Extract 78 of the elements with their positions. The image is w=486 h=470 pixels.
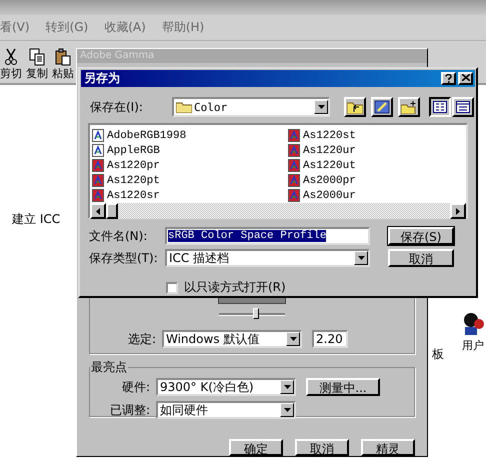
details-view-button[interactable] bbox=[452, 97, 474, 117]
field-label: 保存类型(T): bbox=[89, 250, 159, 266]
file-name[interactable]: As1220ut bbox=[303, 160, 356, 172]
clipboard-icon bbox=[54, 48, 72, 66]
file-name[interactable]: As2000ur bbox=[303, 190, 356, 202]
field-label: 硬件: bbox=[120, 378, 150, 396]
folder-dropdown[interactable]: Color bbox=[172, 97, 330, 117]
toolbar-button[interactable]: 粘贴 bbox=[52, 48, 74, 83]
menu-item[interactable]: 收藏(A) bbox=[104, 19, 146, 36]
help-icon bbox=[445, 74, 452, 83]
checkbox-label[interactable]: 以只读方式打开(R) bbox=[184, 279, 286, 296]
pane-text: 建立 ICC bbox=[12, 212, 60, 226]
copy-icon bbox=[28, 48, 46, 66]
file-name[interactable]: AdobeRGB1998 bbox=[107, 130, 186, 142]
menu-item[interactable]: 看(V) bbox=[0, 19, 30, 36]
list-view-button[interactable] bbox=[429, 97, 451, 117]
read-only-checkbox[interactable] bbox=[166, 282, 178, 294]
help-button[interactable] bbox=[441, 72, 456, 85]
profile-icon bbox=[92, 144, 104, 157]
close-icon bbox=[462, 74, 470, 81]
menu-item[interactable]: 帮助(H) bbox=[162, 19, 204, 36]
file-name[interactable]: As1220sr bbox=[107, 190, 160, 202]
slider-track[interactable] bbox=[219, 313, 285, 316]
icon-label[interactable]: 板 bbox=[432, 346, 444, 363]
file-name[interactable]: As1220ur bbox=[303, 144, 356, 156]
profile-icon bbox=[288, 129, 300, 142]
new-folder-icon bbox=[401, 100, 417, 114]
group-title: 最亮点 bbox=[90, 359, 128, 376]
close-button[interactable] bbox=[458, 72, 473, 85]
profile-icon bbox=[92, 174, 104, 187]
right-arrow-icon bbox=[456, 208, 460, 214]
field-label: 已调整: bbox=[108, 402, 150, 418]
file-name[interactable]: As1220pt bbox=[107, 174, 160, 186]
profile-icon bbox=[288, 159, 300, 172]
dialog-title: 另存为 bbox=[84, 70, 120, 87]
scroll-left-button[interactable] bbox=[90, 203, 106, 219]
new-folder-button[interactable] bbox=[398, 97, 420, 117]
up-folder-button[interactable] bbox=[344, 97, 366, 117]
scroll-thumb[interactable] bbox=[106, 203, 118, 219]
toolbar-button[interactable]: 剪切 bbox=[0, 48, 22, 83]
profile-icon bbox=[288, 189, 300, 202]
slider-thumb[interactable] bbox=[253, 308, 260, 319]
profile-icon bbox=[288, 144, 300, 157]
cancel-button[interactable]: 取消 bbox=[388, 249, 454, 267]
dialog-button[interactable]: 取消 bbox=[295, 439, 349, 456]
measure-button[interactable]: 测量中... bbox=[306, 378, 380, 396]
file-name-text: sRGB Color Space Profile bbox=[168, 230, 326, 242]
profile-icon bbox=[92, 159, 104, 172]
up-folder-icon bbox=[347, 100, 363, 114]
scroll-right-button[interactable] bbox=[450, 203, 466, 219]
profile-icon bbox=[288, 174, 300, 187]
file-name[interactable]: As1220pr bbox=[107, 160, 160, 172]
save-button[interactable]: 保存(S) bbox=[388, 227, 454, 245]
folder-icon bbox=[176, 101, 192, 113]
hardware-dropdown[interactable]: 9300° K(冷白色) bbox=[156, 378, 296, 396]
file-type-dropdown[interactable]: ICC 描述档 bbox=[165, 249, 370, 267]
menu-item[interactable]: 转到(G) bbox=[46, 19, 88, 36]
file-name[interactable]: As1220st bbox=[303, 130, 356, 142]
icon-label[interactable]: 用户 bbox=[462, 338, 484, 353]
toolbar-button[interactable]: 复制 bbox=[26, 48, 48, 83]
details-view-icon bbox=[456, 101, 470, 113]
file-name-field[interactable]: sRGB Color Space Profile bbox=[165, 227, 370, 245]
desktop-button[interactable] bbox=[371, 97, 393, 117]
field-label: 文件名(N): bbox=[89, 228, 148, 244]
adjusted-dropdown[interactable]: 如同硬件 bbox=[156, 401, 296, 419]
left-arrow-icon bbox=[96, 208, 100, 214]
user-icon[interactable] bbox=[462, 312, 484, 336]
field-label: 保存在(I): bbox=[90, 98, 144, 116]
list-view-icon bbox=[433, 101, 447, 113]
pencil-icon bbox=[374, 100, 390, 114]
profile-icon bbox=[92, 129, 104, 142]
scissors-icon bbox=[2, 48, 20, 66]
gamma-value-field[interactable]: 2.20 bbox=[312, 330, 348, 348]
field-label: 选定: bbox=[126, 330, 156, 348]
file-name[interactable]: As2000pr bbox=[303, 174, 356, 186]
gamma-dropdown[interactable]: Windows 默认值 bbox=[162, 330, 302, 348]
file-name[interactable]: AppleRGB bbox=[107, 144, 160, 156]
profile-icon bbox=[92, 189, 104, 202]
